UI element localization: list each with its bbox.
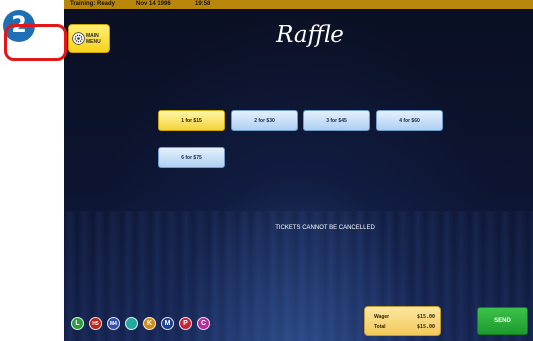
gear-menu-icon bbox=[72, 32, 85, 45]
training-status: Training: Ready bbox=[70, 1, 116, 7]
ticket-option-3[interactable]: 3 for $45 bbox=[303, 110, 370, 131]
main-menu-label: MAIN MENU bbox=[86, 33, 101, 45]
main-menu-button[interactable]: MAIN MENU bbox=[68, 24, 110, 53]
game-icon-lotto[interactable]: L bbox=[71, 317, 84, 330]
raffle-screen: Training: Ready Nov 14 1996 19:58 bbox=[64, 0, 533, 341]
ticket-option-6[interactable]: 6 for $75 bbox=[158, 147, 225, 168]
total-label: Total bbox=[374, 324, 386, 330]
ticket-option-1[interactable]: 1 for $15 bbox=[158, 110, 225, 131]
game-icon-m[interactable]: M bbox=[161, 317, 174, 330]
game-icon-k[interactable]: K bbox=[143, 317, 156, 330]
wager-summary-panel: Wager $15.00 Total $15.00 bbox=[364, 306, 441, 336]
game-icon-m4[interactable]: M4 bbox=[107, 317, 120, 330]
send-button[interactable]: SEND bbox=[477, 307, 528, 335]
status-date: Nov 14 1996 bbox=[136, 1, 171, 7]
game-icon-c[interactable]: C bbox=[197, 317, 210, 330]
main-menu-highlight-ring bbox=[4, 24, 67, 61]
cancellation-notice: TICKETS CANNOT BE CANCELLED bbox=[275, 225, 375, 231]
game-icon-h5[interactable]: H5 bbox=[89, 317, 102, 330]
game-icon-p[interactable]: P bbox=[179, 317, 192, 330]
wager-label: Wager bbox=[374, 314, 390, 320]
total-value: $15.00 bbox=[417, 324, 436, 330]
status-time: 19:58 bbox=[195, 1, 211, 7]
ticket-option-2[interactable]: 2 for $30 bbox=[231, 110, 298, 131]
page-title: Raffle bbox=[276, 22, 344, 48]
ticket-option-4[interactable]: 4 for $60 bbox=[376, 110, 443, 131]
status-bar: Training: Ready Nov 14 1996 19:58 bbox=[64, 0, 533, 9]
wager-value: $15.00 bbox=[417, 314, 436, 320]
game-icon-teal[interactable] bbox=[125, 317, 138, 330]
